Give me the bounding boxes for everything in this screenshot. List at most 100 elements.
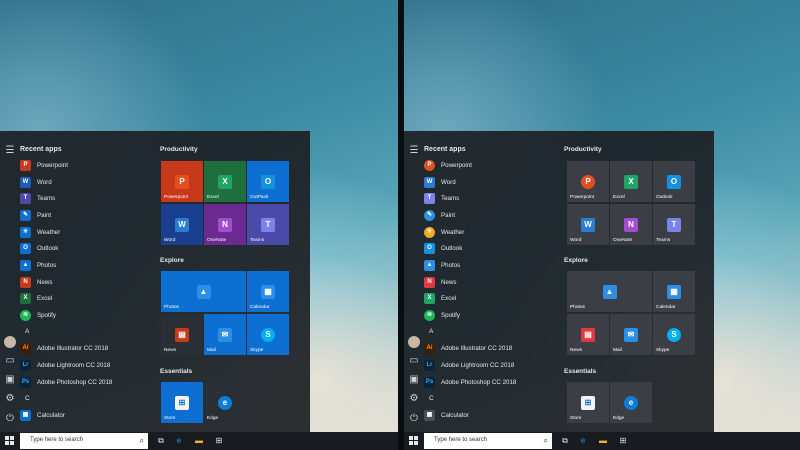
avatar[interactable] <box>4 336 16 348</box>
app-label: Paint <box>441 211 456 219</box>
list-item-illustrator[interactable]: Ai Adobe Illustrator CC 2018 <box>424 341 554 358</box>
app-label: Adobe Illustrator CC 2018 <box>441 345 513 353</box>
list-item-word[interactable]: W Word <box>20 174 150 191</box>
edge-icon[interactable]: e <box>577 435 589 447</box>
tile-mail[interactable]: ✉ Mail <box>204 314 246 355</box>
letter-header-c[interactable]: C <box>20 391 150 408</box>
list-item-weather[interactable]: ☀ Weather <box>20 224 150 241</box>
tile-onenote[interactable]: N OneNote <box>204 204 246 245</box>
excel-icon: X <box>20 293 31 305</box>
list-item-photoshop[interactable]: Ps Adobe Photoshop CC 2018 <box>424 374 554 391</box>
list-item-photos[interactable]: ▲ Photos <box>424 257 554 274</box>
store-icon[interactable]: ⊞ <box>213 435 225 447</box>
letter-header-a[interactable]: A <box>424 324 554 341</box>
list-item-photoshop[interactable]: Ps Adobe Photoshop CC 2018 <box>20 374 150 391</box>
tile-outlook[interactable]: O OutPack <box>247 161 289 202</box>
hamburger-icon[interactable]: ☰ <box>408 145 420 157</box>
tile-excel[interactable]: X Excel <box>610 161 652 202</box>
tile-skype[interactable]: S Skype <box>247 314 289 355</box>
screenshot-right-fluent: ☰ ▭ ▣ ⚙ ⏻ Recent apps P Powerpoint W Word … <box>404 0 800 450</box>
tile-news[interactable]: ▤ News <box>161 314 203 355</box>
list-item-weather[interactable]: ☀ Weather <box>424 224 554 241</box>
tile-label: Store <box>164 416 176 421</box>
list-item-outlook[interactable]: O Outlook <box>424 240 554 257</box>
list-item-lightroom[interactable]: Lr Adobe Lightroom CC 2018 <box>424 357 554 374</box>
file-explorer-icon[interactable]: ▬ <box>597 435 609 447</box>
tile-calendar[interactable]: ▦ Calendar <box>653 271 695 312</box>
taskbar-search-box[interactable]: Type here to search ⌕ <box>424 433 552 449</box>
tile-edge[interactable]: e Edge <box>610 382 652 423</box>
tile-outlook[interactable]: O Outlook <box>653 161 695 202</box>
tile-teams[interactable]: T Teams <box>653 204 695 245</box>
list-item-spotify[interactable]: ≋ Spotify <box>20 307 150 324</box>
list-item-outlook[interactable]: O Outlook <box>20 240 150 257</box>
tile-store[interactable]: ⊞ Store <box>567 382 609 423</box>
letter-header-a[interactable]: A <box>20 324 150 341</box>
list-item-powerpoint[interactable]: P Powerpoint <box>424 157 554 174</box>
word-icon: W <box>175 217 189 232</box>
tile-photos[interactable]: ▲ Photos <box>567 271 652 312</box>
pictures-icon[interactable]: ▣ <box>408 374 420 386</box>
list-item-teams[interactable]: T Teams <box>424 190 554 207</box>
list-item-lightroom[interactable]: Lr Adobe Lightroom CC 2018 <box>20 357 150 374</box>
list-item-news[interactable]: N News <box>20 274 150 291</box>
tile-photos[interactable]: ▲ Photos <box>161 271 246 312</box>
store-icon[interactable]: ⊞ <box>617 435 629 447</box>
list-item-teams[interactable]: T Teams <box>20 190 150 207</box>
tile-edge[interactable]: e Edge <box>204 382 246 423</box>
file-explorer-icon[interactable]: ▬ <box>193 435 205 447</box>
list-item-news[interactable]: N News <box>424 274 554 291</box>
list-item-spotify[interactable]: ≋ Spotify <box>424 307 554 324</box>
teams-icon: T <box>20 193 31 205</box>
documents-icon[interactable]: ▭ <box>4 355 16 367</box>
tile-powerpoint[interactable]: P Powerpoint <box>161 161 203 202</box>
task-view-icon[interactable]: ⧉ <box>559 435 571 447</box>
list-item-calculator[interactable]: ▦ Calculator <box>20 407 150 424</box>
outlook-icon: O <box>424 243 435 255</box>
tile-onenote[interactable]: N OneNote <box>610 204 652 245</box>
list-item-excel[interactable]: X Excel <box>20 291 150 308</box>
list-item-paint[interactable]: ✎ Paint <box>20 207 150 224</box>
task-view-icon[interactable]: ⧉ <box>155 435 167 447</box>
power-icon[interactable]: ⏻ <box>4 413 16 425</box>
tile-label: OneNote <box>207 238 227 243</box>
tile-powerpoint[interactable]: P Powerpoint <box>567 161 609 202</box>
tile-store[interactable]: ⊞ Store <box>161 382 203 423</box>
hamburger-icon[interactable]: ☰ <box>4 145 16 157</box>
list-item-calculator[interactable]: ▦ Calculator <box>424 407 554 424</box>
search-icon: ⌕ <box>543 436 548 445</box>
tile-excel[interactable]: X Excel <box>204 161 246 202</box>
tile-label: Mail <box>613 348 622 353</box>
list-item-word[interactable]: W Word <box>424 174 554 191</box>
tile-calendar[interactable]: ▦ Calendar <box>247 271 289 312</box>
power-icon[interactable]: ⏻ <box>408 413 420 425</box>
tile-news[interactable]: ▤ News <box>567 314 609 355</box>
avatar[interactable] <box>408 336 420 348</box>
windows-start-button[interactable] <box>5 436 14 445</box>
pictures-icon[interactable]: ▣ <box>4 374 16 386</box>
start-menu: ☰ ▭ ▣ ⚙ ⏻ Recent apps P Powerpoint W Word … <box>404 131 714 432</box>
settings-icon[interactable]: ⚙ <box>4 393 16 405</box>
tile-label: Outlook <box>656 195 673 200</box>
list-item-illustrator[interactable]: Ai Adobe Illustrator CC 2018 <box>20 341 150 358</box>
tile-skype[interactable]: S Skype <box>653 314 695 355</box>
tile-mail[interactable]: ✉ Mail <box>610 314 652 355</box>
letter-header-c[interactable]: C <box>424 391 554 408</box>
list-item-paint[interactable]: ✎ Paint <box>424 207 554 224</box>
tile-word[interactable]: W Word <box>161 204 203 245</box>
taskbar-search-box[interactable]: Type here to search ⌕ <box>20 433 148 449</box>
tile-word[interactable]: W Word <box>567 204 609 245</box>
windows-start-button[interactable] <box>409 436 418 445</box>
tile-teams[interactable]: T Teams <box>247 204 289 245</box>
edge-icon: e <box>218 395 232 410</box>
calculator-icon: ▦ <box>20 410 31 422</box>
list-item-excel[interactable]: X Excel <box>424 291 554 308</box>
app-label: Word <box>441 178 456 186</box>
list-item-powerpoint[interactable]: P Powerpoint <box>20 157 150 174</box>
documents-icon[interactable]: ▭ <box>408 355 420 367</box>
edge-icon[interactable]: e <box>173 435 185 447</box>
settings-icon[interactable]: ⚙ <box>408 393 420 405</box>
app-label: Weather <box>441 228 465 236</box>
list-item-photos[interactable]: ▲ Photos <box>20 257 150 274</box>
tile-label: Excel <box>207 195 219 200</box>
